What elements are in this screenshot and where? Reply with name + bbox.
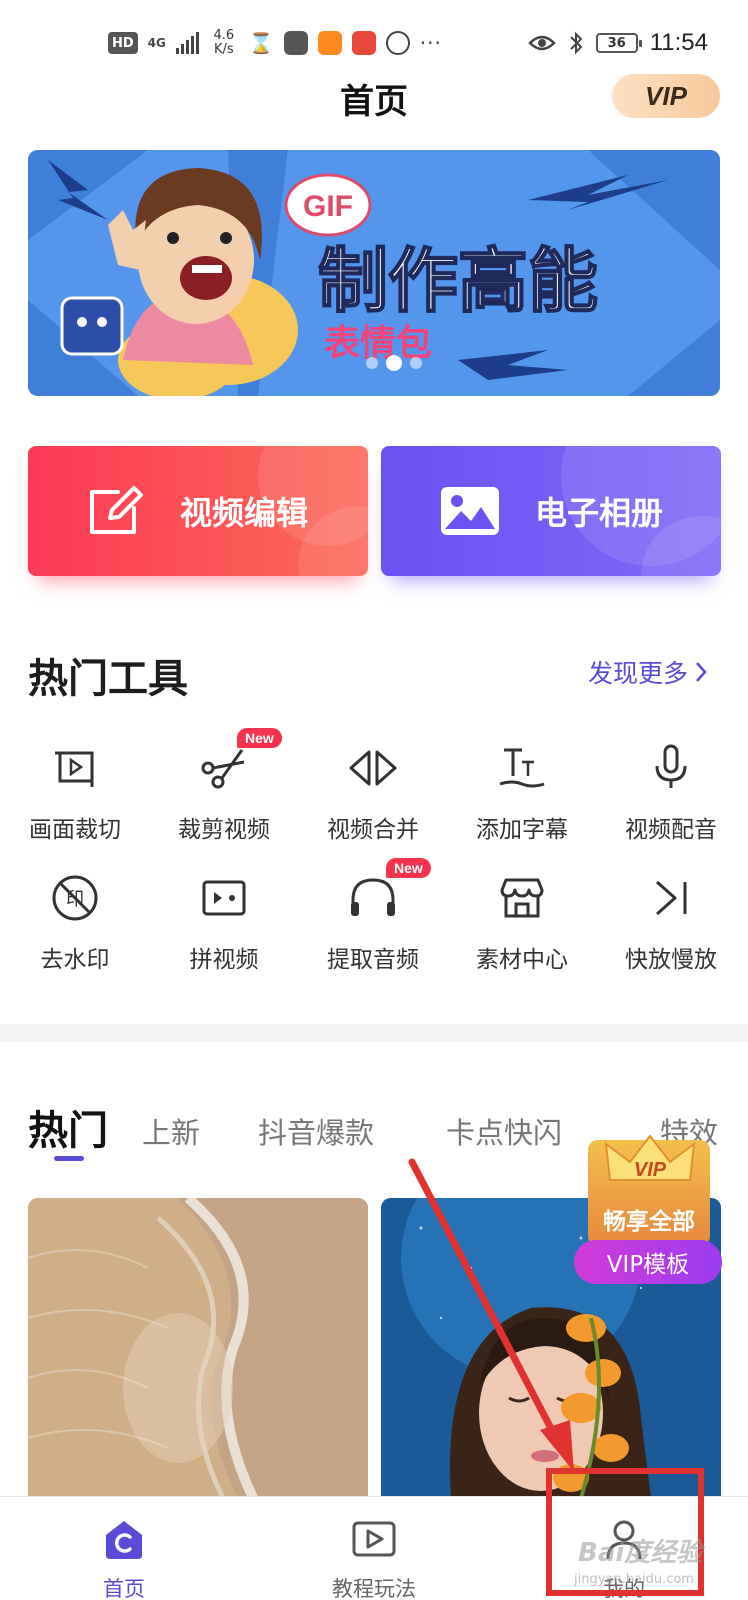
- banner-dot-active[interactable]: [386, 355, 402, 371]
- baidu-watermark: Bai度经验: [578, 1538, 703, 1568]
- baidu-watermark-url: jingyan.baidu.com: [574, 1572, 694, 1587]
- tool-remove-watermark[interactable]: 印 去水印: [0, 870, 150, 990]
- eye-icon: [527, 35, 556, 51]
- microphone-icon: [655, 744, 687, 788]
- headphones-icon: [351, 878, 395, 916]
- active-tab-indicator: [54, 1156, 84, 1161]
- hourglass-icon: ⌛: [248, 31, 274, 55]
- subtitle-icon: [499, 748, 545, 788]
- clock: 11:54: [649, 29, 708, 56]
- hot-tools-title: 热门工具: [28, 656, 188, 702]
- speed-icon: [656, 880, 687, 916]
- video-app-icon: [317, 31, 342, 55]
- tool-label: 画面裁切: [29, 817, 121, 843]
- watermark-remove-icon: 印: [52, 875, 98, 921]
- tool-label: 视频配音: [625, 817, 717, 843]
- collage-icon: [202, 880, 246, 916]
- nav-home[interactable]: 首页: [44, 1505, 204, 1600]
- tool-trim-video[interactable]: New 裁剪视频: [149, 728, 299, 860]
- discover-more-link[interactable]: 发现更多: [588, 654, 708, 690]
- merge-icon: [349, 750, 397, 786]
- template-card[interactable]: [28, 1198, 368, 1498]
- tab-new[interactable]: 上新: [142, 1110, 200, 1152]
- tool-collage-video[interactable]: 拼视频: [149, 870, 299, 990]
- huawei-app-icon: [283, 31, 308, 55]
- tool-merge-video[interactable]: 视频合并: [298, 740, 448, 860]
- banner-headline: 制作高能: [318, 240, 598, 322]
- photo-icon: [440, 487, 499, 535]
- promo-banner[interactable]: GIF 制作高能 表情包: [28, 150, 720, 396]
- battery-icon: 36: [595, 33, 642, 53]
- banner-gif-tag: GIF: [303, 190, 353, 223]
- tool-label: 裁剪视频: [178, 817, 270, 843]
- more-icon: ···: [419, 31, 442, 55]
- banner-pagination[interactable]: [366, 355, 422, 371]
- game-app-icon: [351, 31, 376, 55]
- tool-label: 素材中心: [476, 947, 568, 973]
- nav-home-label: 首页: [103, 1577, 145, 1600]
- nav-tutorials-label: 教程玩法: [332, 1577, 416, 1600]
- tool-crop[interactable]: 画面裁切: [0, 740, 150, 860]
- hand-icon: [385, 31, 410, 55]
- template-thumbnail: [28, 1198, 368, 1498]
- new-badge: New: [237, 728, 282, 748]
- chevron-right-icon: [696, 662, 707, 682]
- edit-icon: [89, 486, 143, 534]
- crown-icon: VIP: [604, 1134, 696, 1181]
- vip-button[interactable]: VIP: [612, 74, 720, 118]
- tool-label: 添加字幕: [476, 817, 568, 843]
- tool-label: 快放慢放: [625, 947, 717, 973]
- banner-dot[interactable]: [410, 357, 422, 369]
- status-left: HD 4G 4.6 K/s ⌛ ···: [108, 26, 442, 60]
- home-icon: [106, 1521, 142, 1559]
- svg-text:印: 印: [66, 889, 84, 910]
- discover-more-label: 发现更多: [587, 659, 688, 688]
- tool-speed[interactable]: 快放慢放: [596, 870, 746, 990]
- bluetooth-icon: [570, 31, 583, 55]
- speed-unit: K/s: [214, 42, 234, 57]
- battery-level: 36: [607, 35, 626, 51]
- scissors-icon: [201, 749, 245, 789]
- tool-voiceover[interactable]: 视频配音: [596, 740, 746, 860]
- vip-template-promo[interactable]: VIP 畅享全部 VIP模板: [574, 1116, 736, 1286]
- tool-label: 视频合并: [327, 817, 419, 843]
- tab-douyin-hits[interactable]: 抖音爆款: [258, 1110, 374, 1152]
- banner-dot[interactable]: [366, 357, 378, 369]
- speed-value: 4.6: [213, 28, 235, 43]
- album-button[interactable]: 电子相册: [381, 446, 721, 576]
- network-speed: 4.6 K/s: [209, 29, 239, 57]
- tool-label: 拼视频: [189, 947, 259, 973]
- nav-tutorials[interactable]: 教程玩法: [294, 1505, 454, 1600]
- promo-line2: VIP模板: [574, 1240, 722, 1284]
- tab-beat-flash[interactable]: 卡点快闪: [446, 1110, 562, 1152]
- signal-icon: [175, 32, 199, 54]
- promo-vip-badge: VIP: [634, 1159, 667, 1181]
- hd-indicator: HD: [108, 32, 138, 54]
- tab-hot[interactable]: 热门: [28, 1098, 108, 1156]
- new-badge: New: [386, 858, 431, 878]
- status-right: 36 11:54: [527, 26, 708, 60]
- section-divider: [0, 1024, 748, 1042]
- promo-line1: 畅享全部: [603, 1209, 695, 1235]
- tool-add-subtitle[interactable]: 添加字幕: [447, 740, 597, 860]
- network-type: 4G: [147, 36, 166, 50]
- tutorial-play-icon: [352, 1521, 396, 1557]
- tool-material-center[interactable]: 素材中心: [447, 870, 597, 990]
- crop-icon: [55, 751, 94, 787]
- tool-label: 提取音频: [327, 947, 419, 973]
- store-icon: [500, 878, 544, 918]
- video-edit-button[interactable]: 视频编辑: [28, 446, 368, 576]
- tool-extract-audio[interactable]: New 提取音频: [298, 858, 448, 990]
- tool-label: 去水印: [40, 947, 110, 973]
